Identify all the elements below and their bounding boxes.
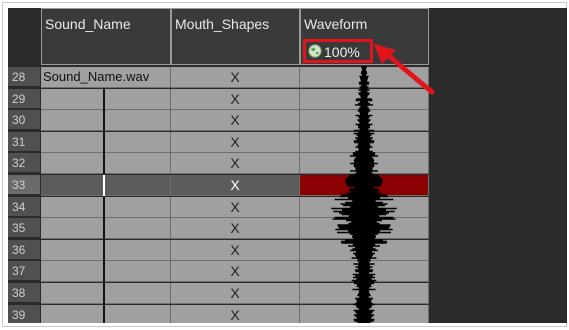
- mouth-shape-cell[interactable]: X: [171, 218, 300, 240]
- mouth-shape-cell[interactable]: X: [171, 175, 300, 196]
- table-row[interactable]: 35 X: [8, 218, 433, 240]
- column-label: Sound_Name: [45, 16, 131, 32]
- waveform-zoom-control[interactable]: 100%: [303, 39, 373, 63]
- sound-hold-line: [103, 88, 105, 110]
- table-row[interactable]: 29 X: [8, 88, 433, 110]
- sound-hold-line: [103, 196, 105, 218]
- table-row[interactable]: 30 X: [8, 110, 433, 132]
- waveform-cell[interactable]: [300, 218, 429, 240]
- waveform-cell[interactable]: [300, 239, 429, 261]
- mouth-shape-value: X: [230, 177, 240, 193]
- mouth-shape-cell[interactable]: X: [171, 283, 300, 304]
- mouth-shape-cell[interactable]: X: [171, 304, 300, 323]
- sound-hold-line: [103, 283, 105, 304]
- waveform-cell[interactable]: [300, 131, 429, 153]
- mouth-shape-cell[interactable]: X: [171, 261, 300, 283]
- frame-number: 38: [8, 283, 40, 303]
- frame-number: 39: [8, 304, 40, 323]
- frame-number-header: [8, 8, 41, 66]
- mouth-shape-value: X: [230, 220, 240, 237]
- sound-hold-line: [103, 239, 105, 261]
- column-label: Waveform: [304, 16, 368, 32]
- sound-hold-line: [103, 110, 105, 132]
- mouth-shape-value: X: [230, 306, 240, 323]
- sound-hold-line: [103, 218, 105, 240]
- mouth-shape-value: X: [230, 69, 240, 85]
- sound-name-cell[interactable]: [41, 153, 171, 175]
- xsheet-frame: Sound_Name Mouth_Shapes Waveform 100% 28…: [2, 2, 567, 327]
- mouth-shape-cell[interactable]: X: [171, 88, 300, 110]
- waveform-cell[interactable]: [300, 88, 429, 110]
- frame-number: 29: [8, 88, 40, 109]
- sound-hold-line: [103, 175, 105, 196]
- mouth-shape-value: X: [230, 198, 240, 215]
- waveform-cell[interactable]: [300, 283, 429, 304]
- waveform-cell[interactable]: [300, 67, 429, 88]
- mouth-shape-cell[interactable]: X: [171, 131, 300, 153]
- sound-hold-line: [103, 131, 105, 153]
- sound-name-cell[interactable]: [41, 304, 171, 323]
- frame-number: 32: [8, 153, 40, 174]
- frame-number: 30: [8, 110, 40, 131]
- xsheet: Sound_Name Mouth_Shapes Waveform 100% 28…: [8, 8, 567, 323]
- frame-number: 35: [8, 218, 40, 239]
- sound-name-cell[interactable]: [41, 88, 171, 110]
- mouth-shape-cell[interactable]: X: [171, 110, 300, 132]
- zoom-level: 100%: [324, 44, 360, 60]
- waveform-cell[interactable]: [300, 261, 429, 283]
- mouth-shape-value: X: [230, 155, 240, 172]
- table-row[interactable]: 36 X: [8, 239, 433, 261]
- column-header-sound-name[interactable]: Sound_Name: [41, 8, 171, 65]
- sound-name-cell[interactable]: [41, 283, 171, 304]
- waveform-cell[interactable]: [300, 153, 429, 175]
- column-header-waveform[interactable]: Waveform 100%: [300, 8, 429, 65]
- frame-number: 31: [8, 131, 40, 152]
- sound-name-cell[interactable]: [41, 239, 171, 261]
- column-header-mouth-shapes[interactable]: Mouth_Shapes: [171, 8, 300, 65]
- frame-number: 28: [8, 67, 40, 87]
- table-row[interactable]: 38 X: [8, 283, 433, 304]
- empty-area: [429, 8, 567, 323]
- sound-hold-line: [103, 304, 105, 323]
- mouth-shape-cell[interactable]: X: [171, 67, 300, 88]
- table-row[interactable]: 28 Sound_Name.wav X: [8, 67, 433, 88]
- sound-name-cell[interactable]: Sound_Name.wav: [41, 67, 171, 88]
- mouth-shape-cell[interactable]: X: [171, 196, 300, 218]
- mouth-shape-cell[interactable]: X: [171, 239, 300, 261]
- sound-hold-line: [103, 153, 105, 175]
- mouth-shape-cell[interactable]: X: [171, 153, 300, 175]
- sound-name-cell[interactable]: [41, 196, 171, 218]
- waveform-cell[interactable]: [300, 175, 429, 196]
- sound-name-cell[interactable]: [41, 218, 171, 240]
- sound-hold-line: [103, 261, 105, 283]
- sound-name-cell[interactable]: [41, 110, 171, 132]
- mouth-shape-value: X: [230, 90, 240, 107]
- table-row[interactable]: 32 X: [8, 153, 433, 175]
- frame-number: 36: [8, 239, 40, 260]
- waveform-cell[interactable]: [300, 196, 429, 218]
- frame-number: 37: [8, 261, 40, 282]
- sound-file-name: Sound_Name.wav: [43, 69, 150, 84]
- table-row[interactable]: 33 X: [8, 175, 433, 196]
- mouth-shape-value: X: [230, 133, 240, 150]
- waveform-cell[interactable]: [300, 304, 429, 323]
- table-row[interactable]: 39 X: [8, 304, 433, 323]
- mouth-shape-value: X: [230, 241, 240, 258]
- sound-name-cell[interactable]: [41, 175, 171, 196]
- globe-icon: [308, 44, 322, 58]
- mouth-shape-value: X: [230, 285, 240, 301]
- table-row[interactable]: 34 X: [8, 196, 433, 218]
- frame-number: 33: [8, 175, 40, 195]
- mouth-shape-value: X: [230, 112, 240, 129]
- column-label: Mouth_Shapes: [175, 16, 270, 32]
- table-row[interactable]: 31 X: [8, 131, 433, 153]
- mouth-shape-value: X: [230, 263, 240, 280]
- sound-name-cell[interactable]: [41, 131, 171, 153]
- sound-name-cell[interactable]: [41, 261, 171, 283]
- table-row[interactable]: 37 X: [8, 261, 433, 283]
- frame-number: 34: [8, 196, 40, 217]
- waveform-cell[interactable]: [300, 110, 429, 132]
